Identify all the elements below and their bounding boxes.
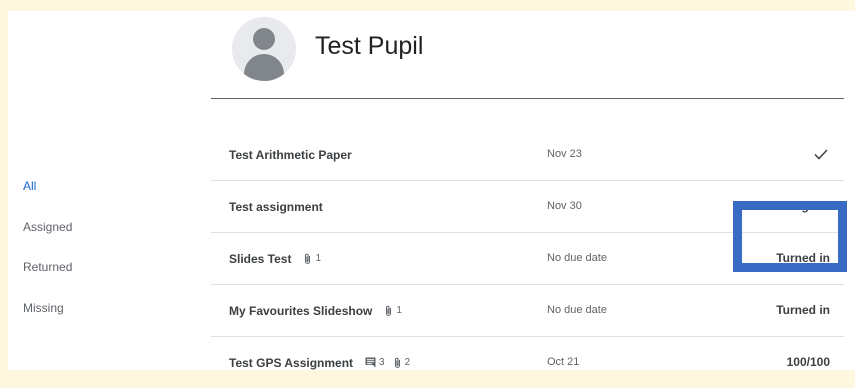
assignment-title: My Favourites Slideshow (229, 303, 373, 318)
filter-all[interactable]: All (23, 179, 36, 193)
header-divider (211, 98, 844, 99)
attachment-count: 2 (393, 357, 411, 369)
assignment-row[interactable]: Test GPS Assignment 3 2 Oct 21 100/100 (211, 337, 844, 388)
highlight-box (733, 201, 847, 272)
paperclip-icon (305, 253, 311, 264)
assignment-row[interactable]: Test Arithmetic Paper Nov 23 (211, 129, 844, 181)
attachment-count-value: 1 (315, 253, 322, 264)
assignment-title: Test GPS Assignment (229, 355, 354, 370)
assignment-due-date: No due date (547, 252, 607, 264)
assignment-status: 100/100 (786, 355, 830, 369)
avatar-head-shape (253, 28, 275, 50)
attachment-count-value: 2 (404, 357, 411, 368)
attachment-count-value: 1 (396, 305, 402, 316)
comment-count-value: 3 (379, 357, 385, 368)
check-icon (814, 149, 828, 160)
filter-returned[interactable]: Returned (23, 260, 72, 274)
pupil-work-panel: All Assigned Returned Missing Test Pupil… (8, 11, 855, 370)
avatar-body-shape (244, 54, 284, 81)
assignment-title: Slides Test (229, 251, 292, 266)
assignment-status (814, 129, 828, 180)
assignment-due-date: Oct 21 (547, 356, 580, 368)
paperclip-icon (394, 357, 400, 368)
comment-icon (365, 357, 376, 368)
attachment-count: 1 (303, 253, 321, 265)
assignment-title: Test assignment (229, 199, 323, 214)
comment-count: 3 (365, 357, 385, 368)
attachment-count: 1 (384, 305, 402, 317)
paperclip-icon (386, 305, 392, 316)
avatar (232, 17, 296, 81)
assignment-row[interactable]: My Favourites Slideshow 1 No due date Tu… (211, 285, 844, 337)
assignment-title: Test Arithmetic Paper (229, 147, 352, 162)
filter-missing[interactable]: Missing (23, 301, 64, 315)
assignment-due-date: Nov 23 (547, 148, 582, 160)
assignment-due-date: No due date (547, 304, 607, 316)
filter-assigned[interactable]: Assigned (23, 220, 72, 234)
filter-sidebar: All Assigned Returned Missing (8, 11, 208, 370)
assignment-due-date: Nov 30 (547, 200, 582, 212)
pupil-name: Test Pupil (315, 32, 424, 60)
assignment-status: Turned in (776, 303, 830, 317)
